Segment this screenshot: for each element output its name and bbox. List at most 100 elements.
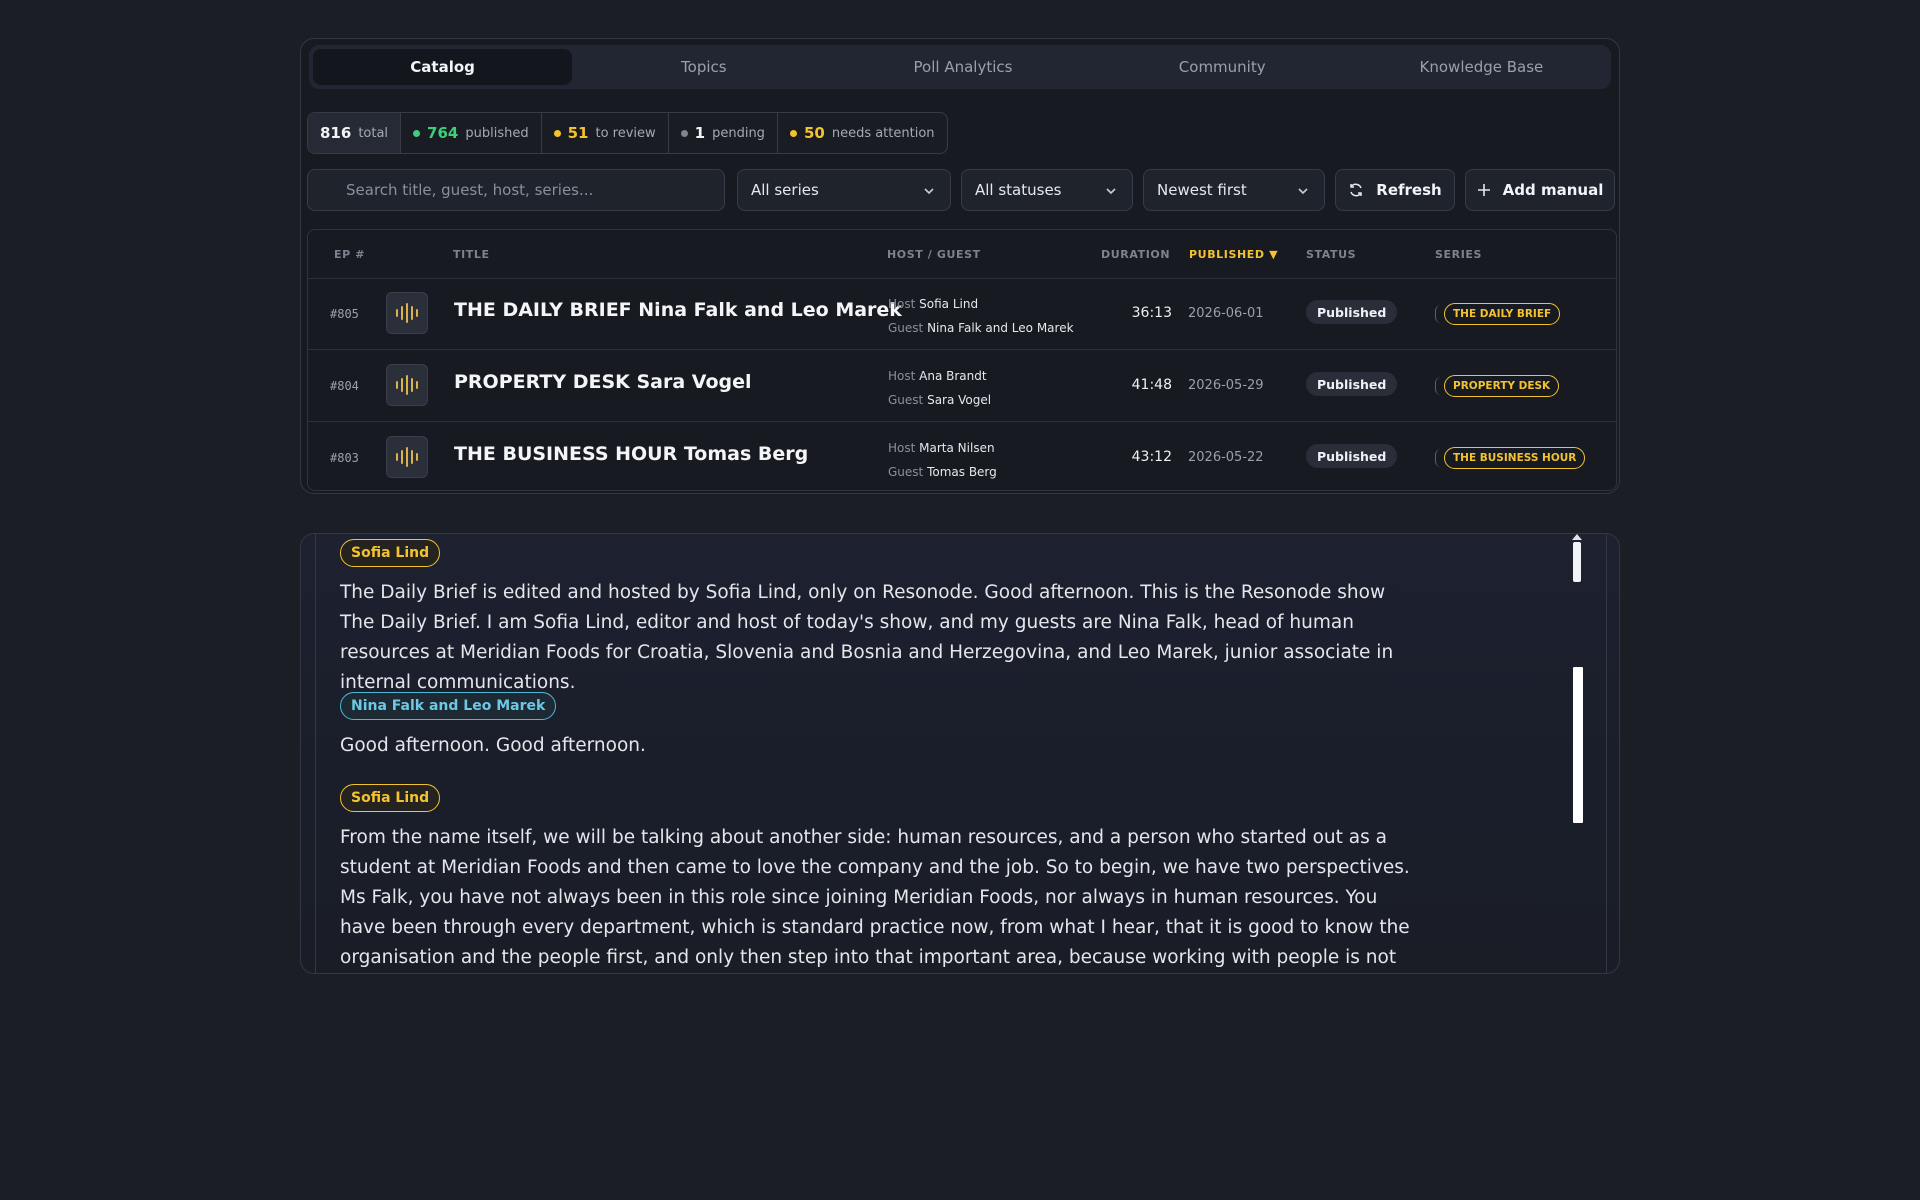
refresh-button[interactable]: Refresh [1335,169,1455,211]
chevron-down-icon [1106,188,1116,195]
stats-bar: 816 total 764 published 51 to review 1 p… [307,112,948,154]
header-status[interactable]: STATUS [1306,248,1356,261]
table-row[interactable]: #804 PROPERTY DESK Sara Vogel Host Ana B… [308,350,1616,422]
stat-published-label: published [465,125,529,141]
guest-name: Tomas Berg [927,465,997,479]
status-select[interactable]: All statuses [961,169,1133,211]
audio-wave-icon [386,292,428,334]
stat-published-value: 764 [427,124,459,142]
episode-number: #805 [330,307,359,321]
host-label: Host [888,297,916,311]
host-name: Ana Brandt [919,369,987,383]
episode-duration: 41:48 [1131,377,1172,393]
scrollbar-thumb[interactable] [1573,667,1583,823]
table-header: EP # TITLE HOST / GUEST DURATION PUBLISH… [308,230,1616,279]
host-guest-cell: Host Sofia Lind Guest Nina Falk and Leo … [888,292,1074,340]
utterance-text: The Daily Brief is edited and hosted by … [340,582,1394,693]
stat-review[interactable]: 51 to review [542,113,669,153]
header-duration[interactable]: DURATION [1101,248,1170,261]
chevron-down-icon [924,188,934,195]
refresh-icon [1350,183,1363,197]
tab-community[interactable]: Community [1093,45,1352,89]
scroll-up-arrow-icon[interactable] [1572,534,1582,540]
episodes-table: EP # TITLE HOST / GUEST DURATION PUBLISH… [307,229,1617,491]
speaker-tag-guest[interactable]: Nina Falk and Leo Marek [340,692,557,720]
episode-title[interactable]: PROPERTY DESK Sara Vogel [454,371,752,393]
tab-catalog[interactable]: Catalog [313,49,573,85]
status-badge: Published [1306,444,1398,468]
guest-label: Guest [888,321,924,335]
search-input[interactable]: Search title, guest, host, series... [307,169,725,211]
guest-name: Sara Vogel [927,393,992,407]
stat-pending-value: 1 [694,124,706,142]
series-badge[interactable]: THE DAILY BRIEF [1444,303,1561,325]
host-name: Marta Nilsen [919,441,995,455]
filter-bar: Search title, guest, host, series... All… [307,169,1617,211]
stat-total-label: total [358,125,389,141]
host-label: Host [888,369,916,383]
episode-title[interactable]: THE DAILY BRIEF Nina Falk and Leo Marek [454,299,902,321]
series-divider [1435,449,1441,467]
series-select-value: All series [751,181,819,199]
episode-published-date: 2026-05-22 [1188,450,1264,465]
stat-review-label: to review [595,125,656,141]
episode-title[interactable]: THE BUSINESS HOUR Tomas Berg [454,443,808,465]
speaker-tag-host[interactable]: Sofia Lind [340,539,441,567]
guest-name: Nina Falk and Leo Marek [927,321,1074,335]
stat-attention-value: 50 [803,124,825,142]
episode-published-date: 2026-06-01 [1188,306,1264,321]
utterance-text: From the name itself, we will be talking… [340,827,1410,968]
host-guest-cell: Host Ana Brandt Guest Sara Vogel [888,364,991,412]
pending-dot-icon [680,129,688,137]
episode-duration: 43:12 [1131,449,1172,465]
series-divider [1435,305,1441,323]
header-ep[interactable]: EP # [334,248,365,261]
tab-bar: Catalog Topics Poll Analytics Community … [309,45,1611,89]
stat-published[interactable]: 764 published [401,113,542,153]
add-manual-button[interactable]: Add manual [1465,169,1615,211]
header-title[interactable]: TITLE [453,248,490,261]
header-host-guest[interactable]: HOST / GUEST [887,248,981,261]
tab-knowledge-base[interactable]: Knowledge Base [1352,45,1611,89]
stat-attention[interactable]: 50 needs attention [778,113,947,153]
table-row[interactable]: #803 THE BUSINESS HOUR Tomas Berg Host M… [308,422,1616,490]
series-badge[interactable]: THE BUSINESS HOUR [1444,447,1586,469]
table-row[interactable]: #805 THE DAILY BRIEF Nina Falk and Leo M… [308,278,1616,350]
tab-poll-analytics[interactable]: Poll Analytics [833,45,1092,89]
audio-wave-icon [386,436,428,478]
host-name: Sofia Lind [919,297,979,311]
catalog-panel: Catalog Topics Poll Analytics Community … [300,38,1620,494]
refresh-label: Refresh [1376,181,1442,199]
stat-pending-label: pending [712,125,765,141]
series-select[interactable]: All series [737,169,951,211]
search-placeholder: Search title, guest, host, series... [346,181,594,199]
published-dot-icon [413,129,421,137]
utterance-text: Good afternoon. Good afternoon. [340,735,646,756]
chevron-down-icon [1298,188,1308,195]
transcript-scroll-area[interactable]: Sofia Lind The Daily Brief is edited and… [315,534,1607,973]
sort-select[interactable]: Newest first [1143,169,1325,211]
episode-duration: 36:13 [1131,305,1172,321]
plus-icon [1477,184,1490,196]
sort-select-value: Newest first [1157,181,1247,199]
stat-total-value: 816 [320,124,352,142]
episode-number: #804 [330,379,359,393]
tab-topics[interactable]: Topics [574,45,833,89]
scrollbar-thumb[interactable] [1573,542,1581,582]
series-divider [1435,377,1441,395]
header-published[interactable]: PUBLISHED ▼ [1189,248,1278,261]
series-badge[interactable]: PROPERTY DESK [1444,375,1560,397]
stat-total[interactable]: 816 total [308,113,402,153]
stat-review-value: 51 [567,124,589,142]
header-series[interactable]: SERIES [1435,248,1482,261]
status-select-value: All statuses [975,181,1062,199]
speaker-tag-host[interactable]: Sofia Lind [340,784,441,812]
status-badge: Published [1306,300,1398,324]
guest-label: Guest [888,393,924,407]
stat-pending[interactable]: 1 pending [669,113,778,153]
stat-attention-label: needs attention [831,125,935,141]
attention-dot-icon [789,129,797,137]
episode-published-date: 2026-05-29 [1188,378,1264,393]
episode-number: #803 [330,451,359,465]
status-badge: Published [1306,372,1398,396]
